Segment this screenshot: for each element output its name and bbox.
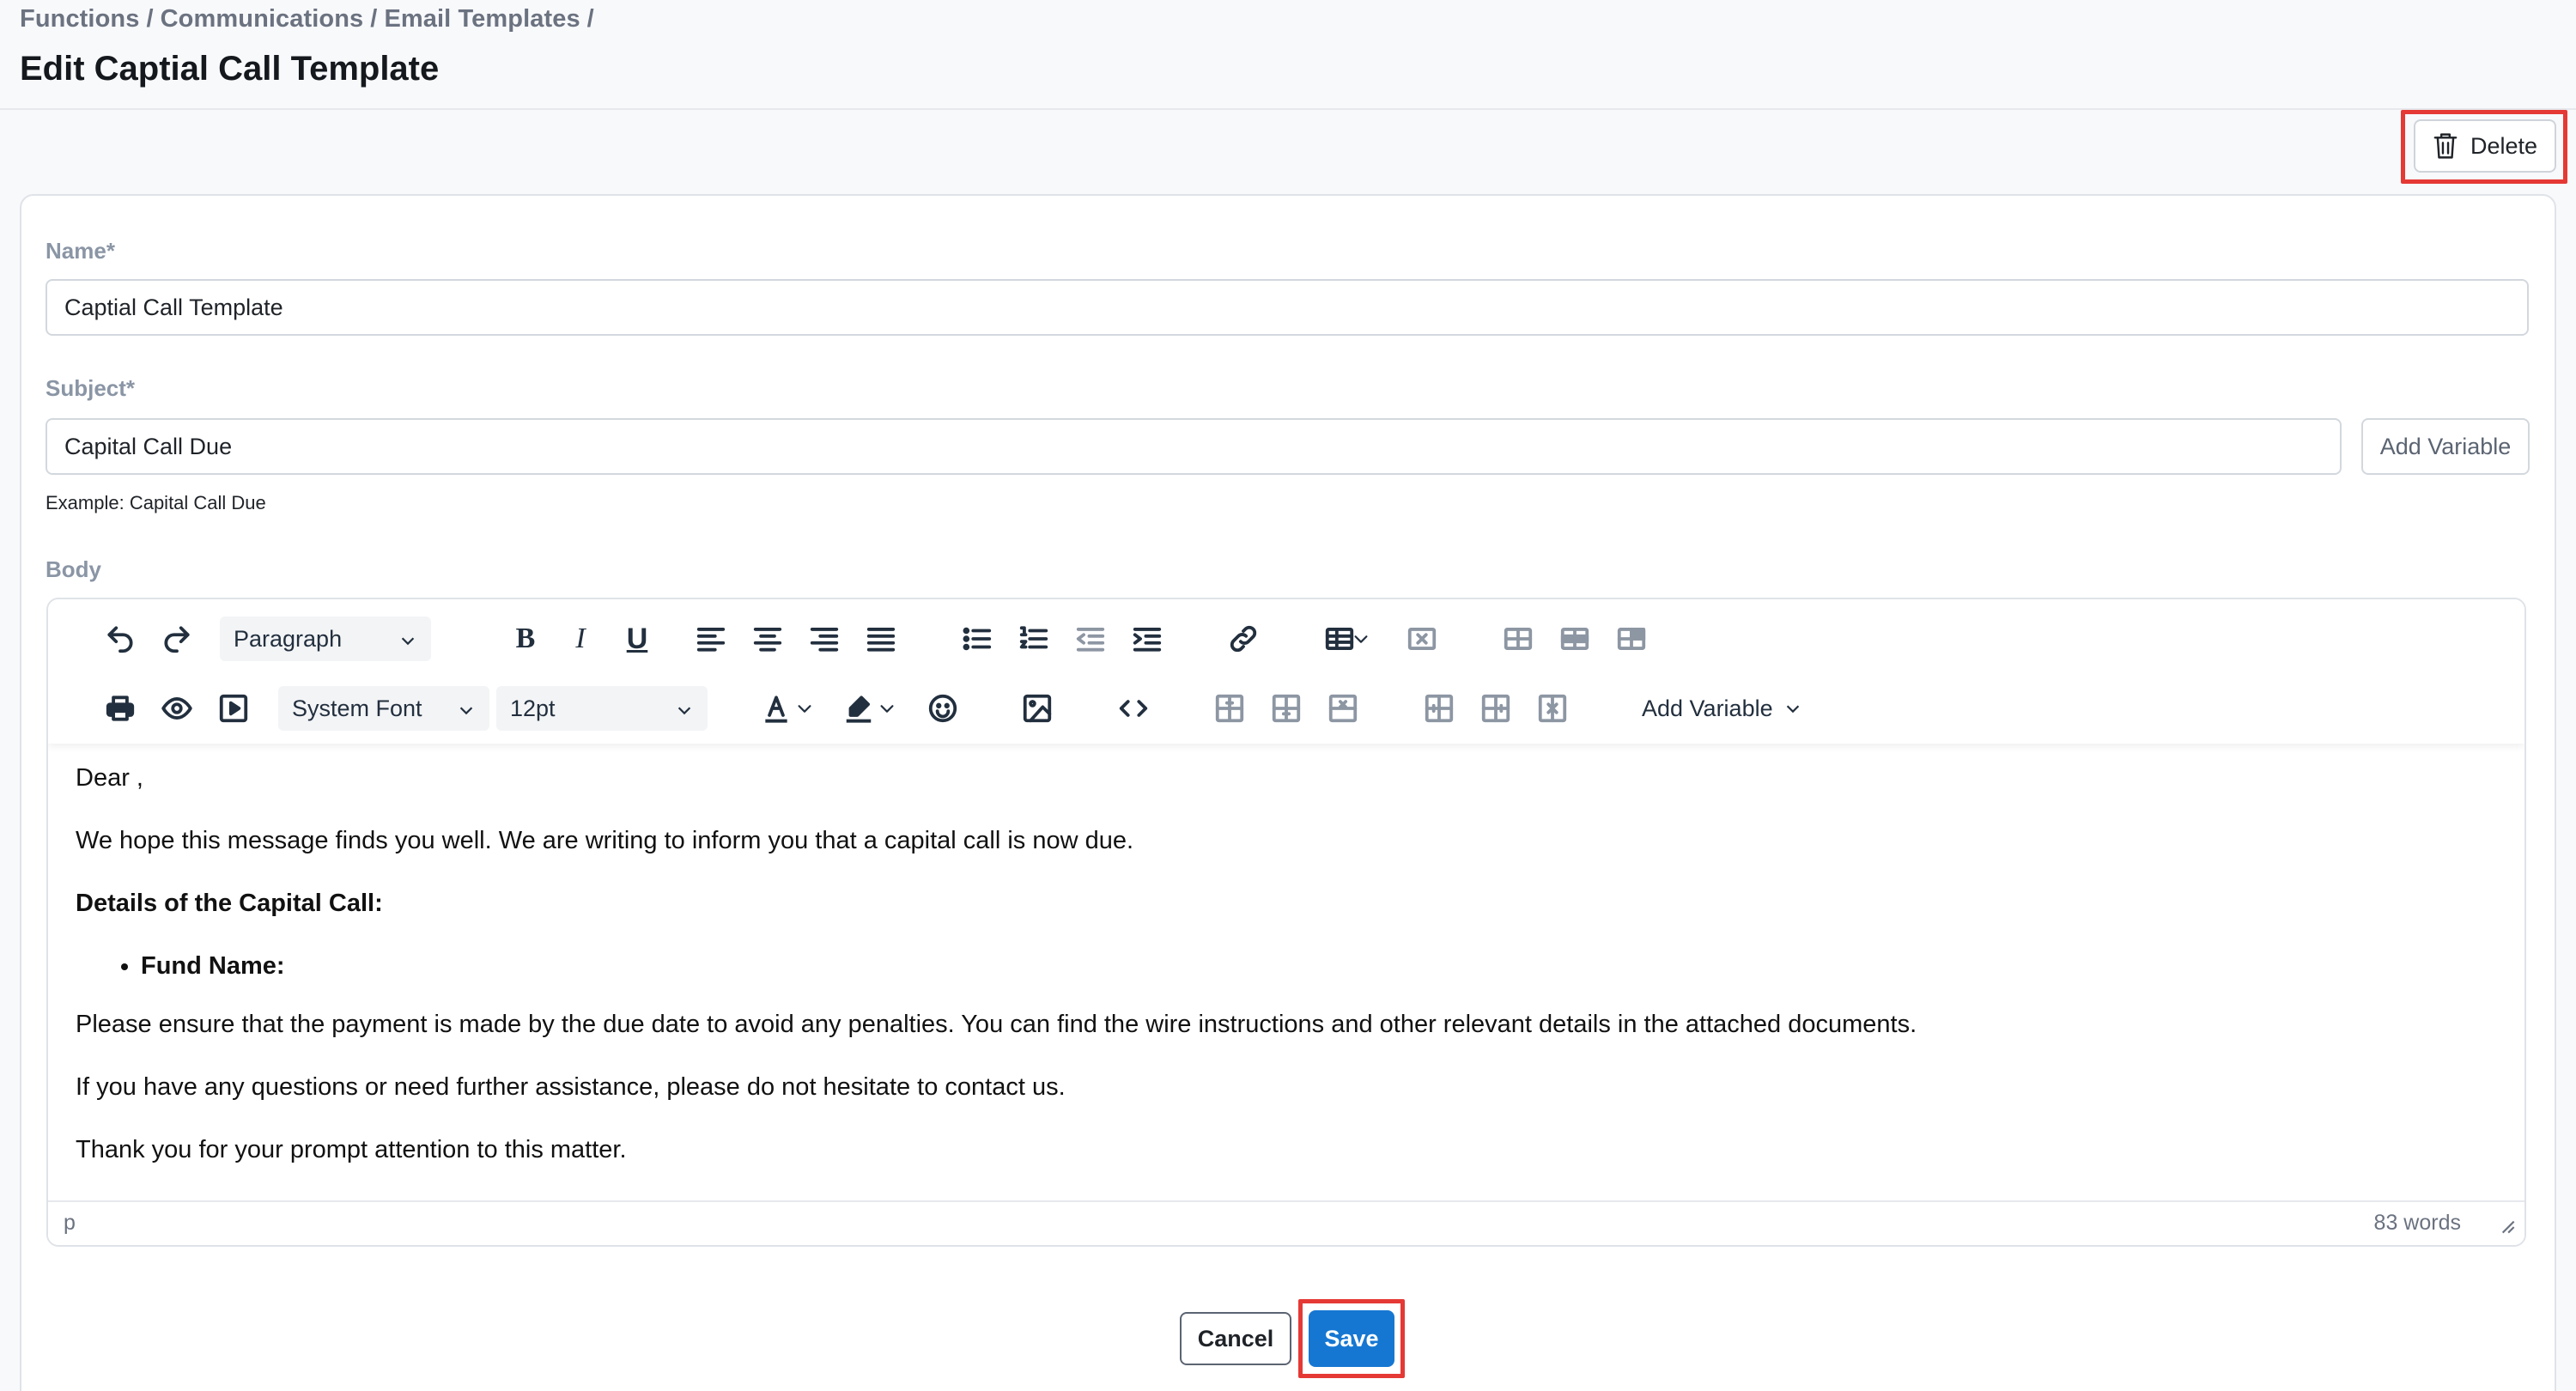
editor-add-variable-menu[interactable]: Add Variable <box>1635 686 1809 731</box>
delete-table-icon[interactable] <box>1400 617 1444 661</box>
bullet-list-icon[interactable] <box>955 617 999 661</box>
insert-column-before-icon[interactable] <box>1417 686 1461 731</box>
name-input[interactable] <box>46 279 2529 336</box>
editor-statusbar: p 83 words <box>48 1200 2524 1245</box>
media-play-icon[interactable] <box>211 686 256 731</box>
element-path[interactable]: p <box>64 1211 76 1236</box>
table-chevron-down-icon[interactable] <box>1348 617 1374 661</box>
subject-input[interactable] <box>46 418 2342 475</box>
subject-label: Subject* <box>46 375 136 401</box>
block-format-select[interactable]: Paragraph <box>220 617 431 661</box>
numbered-list-icon[interactable] <box>1012 617 1056 661</box>
align-left-icon[interactable] <box>689 617 733 661</box>
delete-column-icon[interactable] <box>1530 686 1575 731</box>
payment-paragraph: Please ensure that the payment is made b… <box>76 1010 1917 1038</box>
align-center-icon[interactable] <box>745 617 790 661</box>
font-size-value: 12pt <box>510 695 556 721</box>
insert-row-after-icon[interactable] <box>1264 686 1309 731</box>
link-icon[interactable] <box>1221 617 1266 661</box>
page: Functions / Communications / Email Templates… <box>0 0 2576 1391</box>
underline-icon[interactable]: U <box>615 617 659 661</box>
highlight-chevron-down-icon[interactable] <box>874 686 900 731</box>
table-merge-cells-icon[interactable] <box>1609 617 1654 661</box>
redo-icon[interactable] <box>155 617 199 661</box>
preview-eye-icon[interactable] <box>155 686 199 731</box>
font-family-select[interactable]: System Font <box>278 686 489 731</box>
table-cell-properties-icon[interactable] <box>1552 617 1597 661</box>
block-format-value: Paragraph <box>234 625 343 652</box>
details-heading: Details of the Capital Call: <box>76 890 383 917</box>
insert-image-icon[interactable] <box>1015 686 1060 731</box>
save-button[interactable]: Save <box>1309 1310 1394 1367</box>
indent-icon[interactable] <box>1125 617 1170 661</box>
subject-add-variable-button[interactable]: Add Variable <box>2361 418 2530 475</box>
cancel-button[interactable]: Cancel <box>1180 1312 1291 1365</box>
questions-paragraph: If you have any questions or need furthe… <box>76 1072 1066 1101</box>
chevron-down-icon <box>675 699 694 718</box>
outdent-icon[interactable] <box>1068 617 1113 661</box>
chevron-down-icon <box>398 629 417 648</box>
page-title: Edit Captial Call Template <box>20 50 440 88</box>
breadcrumb-email-templates[interactable]: Email Templates <box>384 5 580 33</box>
editor-add-variable-label: Add Variable <box>1642 695 1773 721</box>
chevron-down-icon <box>1786 705 1799 714</box>
resize-handle-icon[interactable] <box>2495 1214 2518 1236</box>
name-label: Name* <box>46 238 115 264</box>
closing-paragraph: Thank you for your prompt attention to t… <box>76 1135 627 1163</box>
insert-row-before-icon[interactable] <box>1207 686 1252 731</box>
body-label: Body <box>46 556 101 582</box>
align-justify-icon[interactable] <box>859 617 903 661</box>
delete-button[interactable]: Delete <box>2414 119 2556 173</box>
list-item: Fund Name: <box>141 951 2497 983</box>
font-size-select[interactable]: 12pt <box>496 686 708 731</box>
insert-column-after-icon[interactable] <box>1473 686 1518 731</box>
align-right-icon[interactable] <box>802 617 847 661</box>
emoji-icon[interactable] <box>920 686 965 731</box>
bold-icon[interactable]: B <box>503 617 548 661</box>
chevron-down-icon <box>457 699 476 718</box>
editor-toolbar: Paragraph B I U System Font 12pt Add Var… <box>48 599 2524 744</box>
delete-button-label: Delete <box>2470 132 2538 159</box>
subject-helper-text: Example: Capital Call Due <box>46 492 266 513</box>
breadcrumb: Functions / Communications / Email Templates… <box>20 5 594 33</box>
undo-icon[interactable] <box>98 617 143 661</box>
table-row-properties-icon[interactable] <box>1496 617 1540 661</box>
header-divider <box>0 108 2576 110</box>
intro-paragraph: We hope this message finds you well. We … <box>76 827 1134 854</box>
print-icon[interactable] <box>98 686 143 731</box>
font-family-value: System Font <box>292 695 422 721</box>
rich-text-editor: Paragraph B I U System Font 12pt Add Var… <box>46 598 2526 1247</box>
delete-row-icon[interactable] <box>1321 686 1365 731</box>
details-list: Fund Name: <box>141 951 2497 983</box>
breadcrumb-communications[interactable]: Communications <box>161 5 364 33</box>
text-color-chevron-down-icon[interactable] <box>792 686 817 731</box>
trash-icon <box>2433 133 2458 159</box>
italic-icon[interactable]: I <box>558 617 603 661</box>
breadcrumb-functions[interactable]: Functions <box>20 5 139 33</box>
source-code-icon[interactable] <box>1111 686 1156 731</box>
editor-content-area[interactable]: Dear , We hope this message finds you we… <box>76 762 2497 1197</box>
word-count[interactable]: 83 words <box>2374 1211 2461 1236</box>
greeting-paragraph: Dear , <box>76 764 143 792</box>
